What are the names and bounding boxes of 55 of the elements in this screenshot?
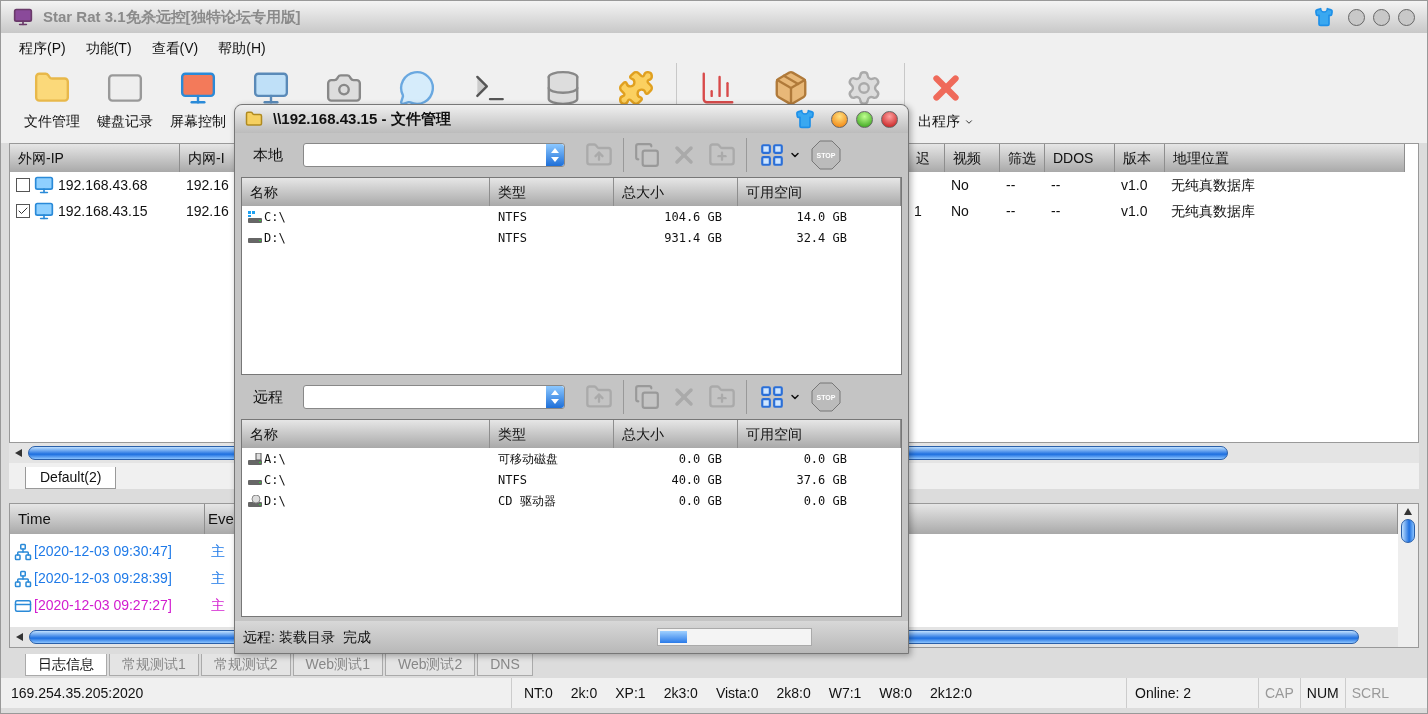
table-cell-text: 40.0 GB	[670, 471, 722, 489]
table-cell-text: 无纯真数据库	[1171, 201, 1255, 221]
online-count: Online: 2	[1126, 678, 1258, 708]
table-cell-text: 14.0 GB	[795, 208, 847, 226]
table-cell-text: --	[1051, 175, 1061, 195]
log-time: [2020-12-03 09:28:39]	[34, 569, 172, 588]
table-cell-text: 37.6 GB	[795, 471, 847, 489]
os-count: 2k3:0	[663, 683, 698, 703]
table-cell-text: 32.4 GB	[795, 229, 847, 247]
log-time: [2020-12-03 09:27:27]	[34, 596, 172, 615]
table-cell-text: 无纯真数据库	[1171, 175, 1255, 195]
table-cell-text: NTFS	[497, 208, 528, 226]
table-cell-text: No	[951, 175, 969, 195]
table-cell-text: No	[951, 201, 969, 221]
table-cell-text: CD 驱动器	[497, 492, 557, 510]
status-text: 远程: 装载目录 完成	[243, 627, 372, 647]
os-count: 2k12:0	[930, 683, 973, 703]
table-cell-text: 192.168.43.15	[58, 201, 148, 221]
log-event: 主	[210, 596, 225, 615]
table-cell-text: 0.0 GB	[802, 492, 847, 510]
pane-label: 远程	[253, 386, 284, 407]
log-event: 主	[210, 542, 225, 561]
table-cell-text: 0.0 GB	[677, 492, 722, 510]
table-cell-text: 0.0 GB	[677, 450, 722, 468]
os-count: 2k8:0	[776, 683, 811, 703]
os-count: W7:1	[828, 683, 862, 703]
os-count: NT:0	[524, 683, 553, 703]
log-time: [2020-12-03 09:30:47]	[34, 542, 172, 561]
os-count: XP:1	[615, 683, 646, 703]
pane-label: 本地	[253, 144, 284, 165]
table-cell-text: 192.168.43.68	[58, 175, 148, 195]
os-count: W8:0	[879, 683, 913, 703]
table-cell-text: --	[1006, 201, 1016, 221]
server-address: 169.254.35.205:2020	[10, 683, 145, 703]
table-cell-text: 104.6 GB	[663, 208, 722, 226]
table-cell-text: NTFS	[497, 471, 528, 489]
table-cell-text: NTFS	[497, 229, 528, 247]
table-cell-text: v1.0	[1121, 175, 1148, 195]
table-cell-text: --	[1051, 201, 1061, 221]
table-cell-text: 192.16	[186, 201, 229, 221]
table-cell-text: v1.0	[1121, 201, 1148, 221]
key-indicator: SCRL	[1344, 678, 1396, 708]
table-cell-text: --	[1006, 175, 1016, 195]
log-event: 主	[210, 569, 225, 588]
table-cell-text: 192.16	[186, 175, 229, 195]
table-cell-text: 1	[914, 201, 922, 221]
key-indicator: NUM	[1299, 678, 1345, 708]
window-title: Star Rat 3.1免杀远控[独特论坛专用版]	[43, 6, 301, 27]
os-count: Vista:0	[715, 683, 759, 703]
os-count: 2k:0	[570, 683, 598, 703]
table-cell-text: 0.0 GB	[802, 450, 847, 468]
window-title: \\192.168.43.15 - 文件管理	[273, 108, 451, 129]
table-cell-text: 可移动磁盘	[497, 450, 559, 468]
key-indicator: CAP	[1258, 678, 1300, 708]
table-cell-text: 931.4 GB	[663, 229, 722, 247]
